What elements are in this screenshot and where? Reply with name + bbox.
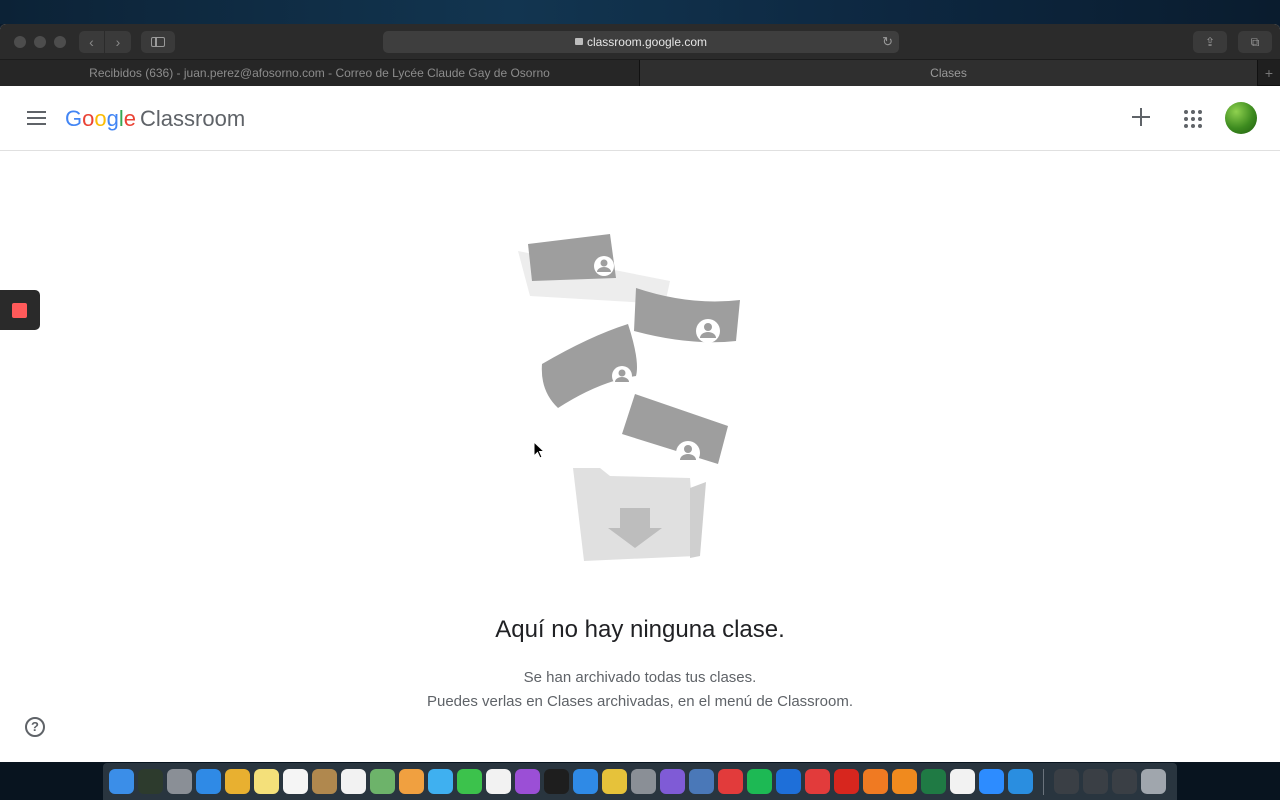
tabs-icon: ⧉ xyxy=(1250,35,1260,49)
dock-activity-monitor-icon[interactable] xyxy=(138,769,163,794)
dock-photos-icon[interactable] xyxy=(399,769,424,794)
dock-firefox-icon[interactable] xyxy=(863,769,888,794)
dock-acrobat-icon[interactable] xyxy=(834,769,859,794)
dock-quill-icon[interactable] xyxy=(660,769,685,794)
mouse-cursor xyxy=(533,441,545,459)
dock-folder-2-icon[interactable] xyxy=(1083,769,1108,794)
google-classroom-logo[interactable]: Google Classroom xyxy=(65,106,245,132)
logo-letter: g xyxy=(106,106,119,131)
chevron-right-icon: › xyxy=(115,34,121,50)
browser-toolbar: ‹ › classroom.google.com ↻ ⇪ ⧉ xyxy=(0,24,1280,60)
dock-messages-icon[interactable] xyxy=(428,769,453,794)
minimize-window-button[interactable] xyxy=(34,36,46,48)
class-card-illustration xyxy=(541,324,637,408)
back-button[interactable]: ‹ xyxy=(79,31,105,53)
dock-music-icon[interactable] xyxy=(486,769,511,794)
dock-podcasts-icon[interactable] xyxy=(515,769,540,794)
show-sidebar-button[interactable] xyxy=(141,31,175,53)
class-card-illustration xyxy=(634,288,740,343)
empty-classes-illustration xyxy=(518,234,740,561)
dock-textedit-icon[interactable] xyxy=(950,769,975,794)
dock-apple-tv-icon[interactable] xyxy=(544,769,569,794)
dock-teamviewer-icon[interactable] xyxy=(776,769,801,794)
app-bar: Google Classroom xyxy=(0,86,1280,151)
dock-notes-icon[interactable] xyxy=(254,769,279,794)
dock-contacts-icon[interactable] xyxy=(312,769,337,794)
dock-chrome-icon[interactable] xyxy=(225,769,250,794)
classroom-page: Google Classroom Aquí no hay ninguna cla… xyxy=(0,86,1280,762)
desktop-background-top xyxy=(0,0,1280,24)
dock-edge-icon[interactable] xyxy=(1008,769,1033,794)
empty-state-description: Se han archivado todas tus clases. Puede… xyxy=(0,666,1280,714)
main-menu-button[interactable] xyxy=(27,111,46,125)
google-apps-button[interactable] xyxy=(1184,110,1202,128)
dock-folder-1-icon[interactable] xyxy=(1054,769,1079,794)
logo-letter: o xyxy=(82,106,95,131)
dock-vlc-icon[interactable] xyxy=(892,769,917,794)
dock-launchpad-icon[interactable] xyxy=(167,769,192,794)
dock-facetime-icon[interactable] xyxy=(457,769,482,794)
dock-system-preferences-icon[interactable] xyxy=(631,769,656,794)
tab-bar: Recibidos (636) - juan.perez@afosorno.co… xyxy=(0,60,1280,86)
dock-xmind-icon[interactable] xyxy=(718,769,743,794)
url-text: classroom.google.com xyxy=(586,35,708,49)
lock-icon xyxy=(574,38,583,46)
tab-classes[interactable]: Clases xyxy=(640,60,1258,86)
address-bar[interactable]: classroom.google.com ↻ xyxy=(383,31,899,53)
reload-icon[interactable]: ↻ xyxy=(882,31,893,53)
tab-label: Recibidos (636) - juan.perez@afosorno.co… xyxy=(89,66,550,80)
screen-recording-stop-button[interactable] xyxy=(0,290,40,330)
product-name: Classroom xyxy=(140,106,246,131)
tab-label: Clases xyxy=(930,66,967,80)
zoom-window-button[interactable] xyxy=(54,36,66,48)
dock-stickies-icon[interactable] xyxy=(602,769,627,794)
dock-safari-icon[interactable] xyxy=(196,769,221,794)
dock-virtualbox-icon[interactable] xyxy=(689,769,714,794)
dock-reminders-icon[interactable] xyxy=(341,769,366,794)
dock-spotify-icon[interactable] xyxy=(747,769,772,794)
sidebar-icon xyxy=(151,37,165,47)
stop-icon xyxy=(12,303,27,318)
dock-trash-icon[interactable] xyxy=(1141,769,1166,794)
logo-letter: o xyxy=(94,106,107,131)
menu-icon-bar xyxy=(27,117,46,119)
dock-excel-icon[interactable] xyxy=(921,769,946,794)
window-controls xyxy=(14,36,66,48)
archive-folder-illustration xyxy=(573,468,706,561)
dock-zoom-icon[interactable] xyxy=(979,769,1004,794)
dock-maps-icon[interactable] xyxy=(370,769,395,794)
desktop-wallpaper xyxy=(0,2,1280,22)
dock-finder-icon[interactable] xyxy=(109,769,134,794)
macos-dock xyxy=(103,763,1177,800)
menu-icon-bar xyxy=(27,111,46,113)
forward-button[interactable]: › xyxy=(105,31,131,53)
create-or-join-class-button[interactable] xyxy=(1130,106,1152,128)
chevron-left-icon: ‹ xyxy=(89,34,94,50)
dock-anydesk-icon[interactable] xyxy=(805,769,830,794)
menu-icon-bar xyxy=(27,123,46,125)
empty-state-line: Puedes verlas en Clases archivadas, en e… xyxy=(426,693,854,710)
help-button[interactable]: ? xyxy=(25,717,45,737)
dock-separator xyxy=(1043,768,1044,795)
navigation-buttons: ‹ › xyxy=(79,31,131,53)
share-icon: ⇪ xyxy=(1204,35,1216,49)
dock-calendar-icon[interactable] xyxy=(283,769,308,794)
tab-overview-button[interactable]: ⧉ xyxy=(1238,31,1272,53)
logo-letter: G xyxy=(65,106,83,131)
new-tab-button[interactable]: + xyxy=(1258,60,1280,86)
tab-mail[interactable]: Recibidos (636) - juan.perez@afosorno.co… xyxy=(0,60,640,86)
class-card-illustration xyxy=(622,394,728,465)
dock-folder-3-icon[interactable] xyxy=(1112,769,1137,794)
empty-state-line: Se han archivado todas tus clases. xyxy=(523,669,757,686)
share-button[interactable]: ⇪ xyxy=(1193,31,1227,53)
account-avatar[interactable] xyxy=(1225,102,1257,134)
browser-window: ‹ › classroom.google.com ↻ ⇪ ⧉ Recibidos… xyxy=(0,24,1280,762)
logo-letter: e xyxy=(123,106,137,131)
dock-app-store-icon[interactable] xyxy=(573,769,598,794)
empty-state-title: Aquí no hay ninguna clase. xyxy=(495,616,785,643)
close-window-button[interactable] xyxy=(14,36,26,48)
